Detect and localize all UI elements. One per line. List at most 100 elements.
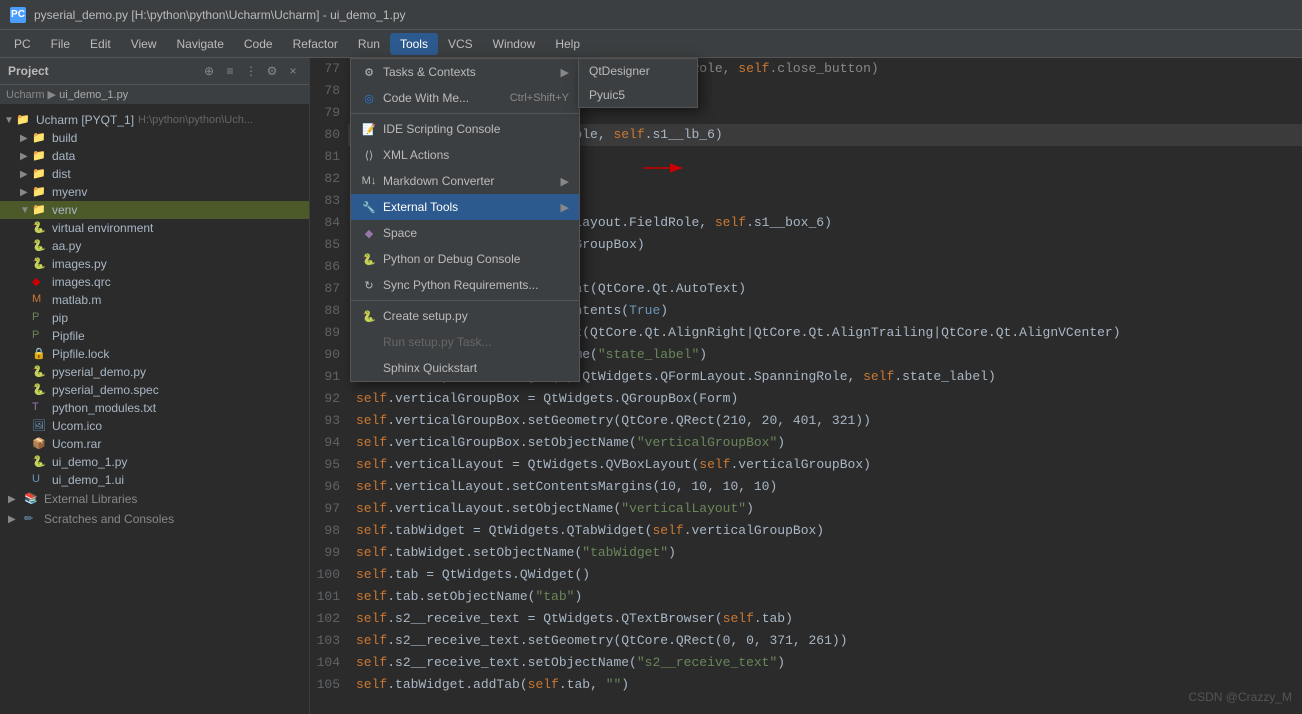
separator-2 [351, 300, 579, 301]
menu-sphinx[interactable]: Sphinx Quickstart [351, 355, 579, 381]
tree-item-pip[interactable]: P pip [0, 309, 309, 327]
tree-item-label-myenv: myenv [52, 185, 87, 199]
section-scratches[interactable]: ▶ ✏ Scratches and Consoles [0, 509, 309, 529]
code-line-102: 102 self.s2__receive_text = QtWidgets.QT… [310, 608, 1302, 630]
menu-item-view[interactable]: View [121, 33, 167, 55]
code-line-96: 96 self.verticalLayout.setContentsMargin… [310, 476, 1302, 498]
external-tools-submenu: QtDesigner Pyuic5 [578, 58, 698, 108]
tree-item-build[interactable]: ▶ 📁 build [0, 129, 309, 147]
tree-item-label-uidemo-ui: ui_demo_1.ui [52, 473, 124, 487]
menu-run-setup[interactable]: Run setup.py Task... [351, 329, 579, 355]
external-tools-arrow: ▶ [561, 201, 569, 214]
submenu-qtdesigner[interactable]: QtDesigner [579, 59, 697, 83]
tree-item-ucom-ico[interactable]: 🖼 Ucom.ico [0, 417, 309, 435]
menu-item-vcs[interactable]: VCS [438, 33, 483, 55]
panel-settings-icon[interactable]: ⚙ [264, 63, 280, 79]
tree-item-pyserial-py[interactable]: 🐍 pyserial_demo.py [0, 363, 309, 381]
project-panel-title: Project [8, 64, 49, 78]
code-line-101: 101 self.tab.setObjectName("tab") [310, 586, 1302, 608]
tree-item-label-aa-py: aa.py [52, 239, 81, 253]
menu-tasks[interactable]: ⚙ Tasks & Contexts ▶ [351, 59, 579, 85]
menu-python-console-label: Python or Debug Console [383, 252, 520, 266]
tree-item-myenv[interactable]: ▶ 📁 myenv [0, 183, 309, 201]
tree-item-label-python-modules: python_modules.txt [52, 401, 156, 415]
menu-item-tools[interactable]: Tools [390, 33, 438, 55]
menu-xml-actions-label: XML Actions [383, 148, 449, 162]
menu-code-with-me[interactable]: ◎ Code With Me... Ctrl+Shift+Y [351, 85, 579, 111]
tree-item-uidemo-py[interactable]: 🐍 ui_demo_1.py [0, 453, 309, 471]
tree-item-python-modules[interactable]: T python_modules.txt [0, 399, 309, 417]
python-console-icon: 🐍 [361, 251, 377, 267]
file-tree: ▼ 📁 Ucharm [PYQT_1] H:\python\python\Uch… [0, 107, 309, 714]
menu-item-window[interactable]: Window [483, 33, 546, 55]
tree-item-ucom-rar[interactable]: 📦 Ucom.rar [0, 435, 309, 453]
tree-item-images-qrc[interactable]: ◆ images.qrc [0, 273, 309, 291]
tree-item-uidemo-ui[interactable]: U ui_demo_1.ui [0, 471, 309, 489]
menu-item-code[interactable]: Code [234, 33, 283, 55]
menu-item-refactor[interactable]: Refactor [283, 33, 348, 55]
tree-item-label-ucom-rar: Ucom.rar [52, 437, 101, 451]
tree-item-label-build: build [52, 131, 77, 145]
code-line-103: 103 self.s2__receive_text.setGeometry(Qt… [310, 630, 1302, 652]
tree-item-label-data: data [52, 149, 75, 163]
menu-space-label: Space [383, 226, 417, 240]
menu-xml-actions[interactable]: ⟨⟩ XML Actions [351, 142, 579, 168]
window-title: pyserial_demo.py [H:\python\python\Uchar… [34, 8, 406, 22]
menu-ide-scripting[interactable]: 📝 IDE Scripting Console [351, 116, 579, 142]
tree-item-label-pip: pip [52, 311, 68, 325]
markdown-arrow: ▶ [561, 175, 569, 188]
code-line-105: 105 self.tabWidget.addTab(self.tab, "") [310, 674, 1302, 696]
menu-item-run[interactable]: Run [348, 33, 390, 55]
project-panel-header: Project ⊕ ≡ ⋮ ⚙ × [0, 58, 309, 85]
menu-sync-python[interactable]: ↻ Sync Python Requirements... [351, 272, 579, 298]
menu-python-console[interactable]: 🐍 Python or Debug Console [351, 246, 579, 272]
space-icon: ◆ [361, 225, 377, 241]
panel-sort-icon[interactable]: ≡ [222, 63, 238, 79]
breadcrumb-file: ui_demo_1.py [59, 89, 128, 101]
menu-external-tools[interactable]: 🔧 External Tools ▶ [351, 194, 579, 220]
tree-item-venv[interactable]: ▼ 📁 venv [0, 201, 309, 219]
menu-markdown[interactable]: M↓ Markdown Converter ▶ [351, 168, 579, 194]
app-icon: PC [10, 7, 26, 23]
menu-item-pc[interactable]: PC [4, 33, 41, 55]
watermark: CSDN @Crazzy_M [1188, 690, 1292, 704]
menu-markdown-label: Markdown Converter [383, 174, 494, 188]
menu-run-setup-label: Run setup.py Task... [383, 335, 492, 349]
tree-item-label-ucom-ico: Ucom.ico [52, 419, 102, 433]
menu-sphinx-label: Sphinx Quickstart [383, 361, 477, 375]
tree-item-aa-py[interactable]: 🐍 aa.py [0, 237, 309, 255]
tree-item-pyserial-spec[interactable]: 🐍 pyserial_demo.spec [0, 381, 309, 399]
tools-dropdown: ⚙ Tasks & Contexts ▶ ◎ Code With Me... C… [350, 58, 580, 382]
menu-item-edit[interactable]: Edit [80, 33, 121, 55]
code-line-93: 93 self.verticalGroupBox.setGeometry(QtC… [310, 410, 1302, 432]
menu-create-setup-label: Create setup.py [383, 309, 468, 323]
external-tools-icon: 🔧 [361, 199, 377, 215]
tree-item-pipfile-lock[interactable]: 🔒 Pipfile.lock [0, 345, 309, 363]
menu-create-setup[interactable]: 🐍 Create setup.py [351, 303, 579, 329]
panel-icons: ⊕ ≡ ⋮ ⚙ × [201, 63, 301, 79]
section-external-libraries[interactable]: ▶ 📚 External Libraries [0, 489, 309, 509]
menu-item-help[interactable]: Help [545, 33, 590, 55]
tree-item-images-py[interactable]: 🐍 images.py [0, 255, 309, 273]
tree-item-virtualenv[interactable]: 🐍 virtual environment [0, 219, 309, 237]
tree-item-label-dist: dist [52, 167, 71, 181]
tree-item-data[interactable]: ▶ 📁 data [0, 147, 309, 165]
submenu-pyuic5[interactable]: Pyuic5 [579, 83, 697, 107]
tree-root[interactable]: ▼ 📁 Ucharm [PYQT_1] H:\python\python\Uch… [0, 111, 309, 129]
red-arrow-indicator [640, 153, 690, 183]
tree-item-matlab[interactable]: M matlab.m [0, 291, 309, 309]
project-panel: Project ⊕ ≡ ⋮ ⚙ × Ucharm ▶ ui_demo_1.py … [0, 58, 310, 714]
tree-item-pipfile[interactable]: P Pipfile [0, 327, 309, 345]
panel-add-icon[interactable]: ⊕ [201, 63, 217, 79]
menu-tasks-label: Tasks & Contexts [383, 65, 476, 79]
panel-more-icon[interactable]: ⋮ [243, 63, 259, 79]
panel-close-icon[interactable]: × [285, 63, 301, 79]
menu-item-navigate[interactable]: Navigate [167, 33, 234, 55]
menu-external-tools-label: External Tools [383, 200, 458, 214]
menu-ide-scripting-label: IDE Scripting Console [383, 122, 500, 136]
tree-item-dist[interactable]: ▶ 📁 dist [0, 165, 309, 183]
menu-space[interactable]: ◆ Space [351, 220, 579, 246]
menu-item-file[interactable]: File [41, 33, 80, 55]
tree-item-label-venv: venv [52, 203, 77, 217]
menu-bar: PC File Edit View Navigate Code Refactor… [0, 30, 1302, 58]
